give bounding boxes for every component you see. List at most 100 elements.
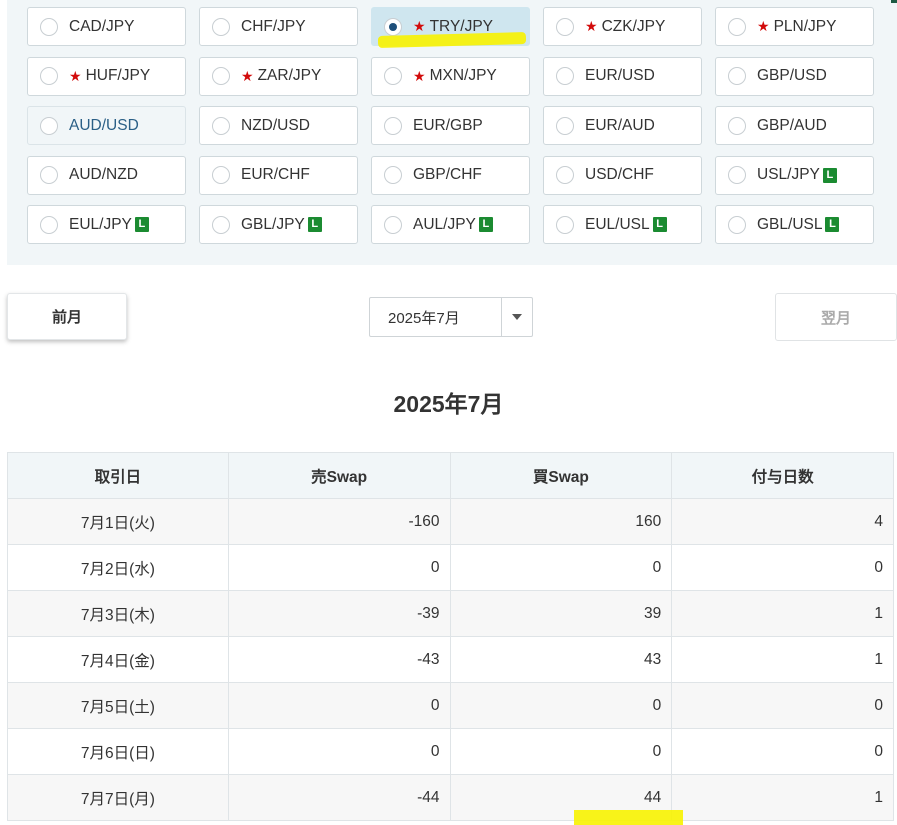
currency-pair-label: GBP/AUD xyxy=(757,116,827,134)
star-icon: ★ xyxy=(69,67,82,84)
cell-buy-swap: 0 xyxy=(449,682,673,729)
cell-buy-swap: 39 xyxy=(449,590,673,637)
currency-pair-option[interactable]: ★ ZAR/JPY xyxy=(199,56,358,96)
chevron-down-icon xyxy=(512,314,522,320)
currency-pair-label: EUL/USL xyxy=(585,215,650,233)
cell-days-granted: 0 xyxy=(671,682,894,729)
month-select-toggle[interactable] xyxy=(501,298,532,336)
radio-unchecked-icon xyxy=(384,67,402,85)
currency-pair-label: CHF/JPY xyxy=(241,17,306,35)
currency-pair-label: EUR/AUD xyxy=(585,116,655,134)
radio-unchecked-icon xyxy=(384,116,402,135)
radio-unchecked-icon xyxy=(212,166,230,184)
currency-pair-option[interactable]: AUL/JPY L xyxy=(371,205,530,244)
currency-pair-option[interactable]: ★ HUF/JPY xyxy=(27,56,186,96)
leverage-badge-icon: L xyxy=(134,217,149,232)
swap-table: 取引日 売Swap 買Swap 付与日数 7月1日(火) -160 160 4 7月2日… xyxy=(7,452,894,821)
cell-buy-swap: 0 xyxy=(449,728,673,775)
currency-pair-label: EUR/GBP xyxy=(413,116,483,134)
currency-pair-option[interactable]: ★ CZK/JPY xyxy=(543,7,702,46)
cell-trade-date: 7月5日(土) xyxy=(7,682,229,729)
radio-unchecked-icon xyxy=(212,17,230,36)
currency-pair-option[interactable]: EUR/AUD xyxy=(543,106,702,145)
radio-unchecked-icon xyxy=(556,166,574,184)
cell-sell-swap: 0 xyxy=(227,544,451,591)
radio-unchecked-icon xyxy=(556,215,574,234)
header-buy-swap: 買Swap xyxy=(449,452,673,499)
month-select[interactable]: 2025年7月 xyxy=(369,297,533,337)
cell-sell-swap: 0 xyxy=(227,728,451,775)
currency-pair-label: GBL/USL xyxy=(757,215,823,233)
header-trade-date: 取引日 xyxy=(7,452,229,499)
currency-pair-option[interactable]: CHF/JPY xyxy=(199,7,358,46)
currency-pair-option[interactable]: GBL/USL L xyxy=(715,205,874,244)
radio-unchecked-icon xyxy=(728,17,746,36)
cell-sell-swap: -39 xyxy=(227,590,451,637)
currency-pair-label: USD/CHF xyxy=(585,166,654,183)
radio-unchecked-icon xyxy=(40,166,58,184)
previous-month-button[interactable]: 前月 xyxy=(7,293,127,340)
radio-unchecked-icon xyxy=(728,166,746,184)
currency-pair-option[interactable]: USL/JPY L xyxy=(715,155,874,195)
radio-unchecked-icon xyxy=(728,67,746,85)
currency-pair-option[interactable]: GBP/USD xyxy=(715,56,874,96)
leverage-badge-icon: L xyxy=(478,217,493,232)
currency-pair-label: HUF/JPY xyxy=(85,67,151,84)
currency-pair-option[interactable]: CAD/JPY xyxy=(27,7,186,46)
radio-unchecked-icon xyxy=(212,116,230,135)
cell-trade-date: 7月7日(月) xyxy=(7,774,229,821)
currency-pair-option[interactable]: EUR/GBP xyxy=(371,106,530,145)
table-row: 7月7日(月) -44 44 1 xyxy=(7,774,894,821)
currency-pair-label: EUR/USD xyxy=(585,67,655,84)
radio-unchecked-icon xyxy=(40,116,58,135)
currency-pair-label: GBP/USD xyxy=(757,67,827,84)
currency-pair-label: CZK/JPY xyxy=(601,17,666,35)
radio-unchecked-icon xyxy=(212,67,230,85)
currency-pair-label: GBP/CHF xyxy=(413,166,482,183)
currency-pair-option[interactable]: EUR/USD xyxy=(543,56,702,96)
radio-unchecked-icon xyxy=(40,215,58,234)
cell-trade-date: 7月2日(水) xyxy=(7,544,229,591)
currency-pair-option[interactable]: GBL/JPY L xyxy=(199,205,358,244)
header-days-granted: 付与日数 xyxy=(671,452,894,499)
currency-pair-label: GBL/JPY xyxy=(241,215,305,233)
cell-days-granted: 0 xyxy=(671,544,894,591)
currency-pair-option[interactable]: EUL/USL L xyxy=(543,205,702,244)
currency-pair-option[interactable]: ★ MXN/JPY xyxy=(371,56,530,96)
star-icon: ★ xyxy=(757,18,770,34)
currency-pair-label: AUD/USD xyxy=(69,116,139,134)
currency-pair-option[interactable]: AUD/NZD xyxy=(27,155,186,195)
radio-unchecked-icon xyxy=(556,17,574,36)
currency-pair-label: AUD/NZD xyxy=(69,166,138,183)
cell-buy-swap: 0 xyxy=(449,544,673,591)
next-month-button: 翌月 xyxy=(775,293,897,341)
currency-pair-option[interactable]: NZD/USD xyxy=(199,106,358,145)
currency-pair-option[interactable]: EUL/JPY L xyxy=(27,205,186,244)
radio-unchecked-icon xyxy=(728,116,746,135)
currency-pair-option[interactable]: USD/CHF xyxy=(543,155,702,195)
month-select-value: 2025年7月 xyxy=(388,309,460,327)
cell-sell-swap: -160 xyxy=(227,498,451,545)
star-icon: ★ xyxy=(413,18,426,34)
table-row: 7月3日(木) -39 39 1 xyxy=(7,590,894,637)
cell-days-granted: 1 xyxy=(671,590,894,637)
currency-pair-option[interactable]: EUR/CHF xyxy=(199,155,358,195)
currency-pair-option[interactable]: ★ PLN/JPY xyxy=(715,7,874,46)
radio-unchecked-icon xyxy=(40,67,58,85)
cell-sell-swap: -44 xyxy=(227,774,451,821)
radio-unchecked-icon xyxy=(728,215,746,234)
currency-pair-option[interactable]: GBP/AUD xyxy=(715,106,874,145)
cell-days-granted: 0 xyxy=(671,728,894,775)
currency-pair-option[interactable]: GBP/CHF xyxy=(371,155,530,195)
currency-pair-label: NZD/USD xyxy=(241,116,310,134)
currency-pair-label: EUR/CHF xyxy=(241,166,310,183)
radio-checked-icon xyxy=(384,17,402,36)
currency-pair-option[interactable]: AUD/USD xyxy=(27,106,186,145)
star-icon: ★ xyxy=(585,18,598,34)
table-row: 7月2日(水) 0 0 0 xyxy=(7,544,894,591)
cell-days-granted: 4 xyxy=(671,498,894,545)
radio-unchecked-icon xyxy=(384,166,402,184)
leverage-badge-icon: L xyxy=(307,217,322,232)
leverage-badge-icon: L xyxy=(822,167,837,183)
cell-trade-date: 7月6日(日) xyxy=(7,728,229,775)
